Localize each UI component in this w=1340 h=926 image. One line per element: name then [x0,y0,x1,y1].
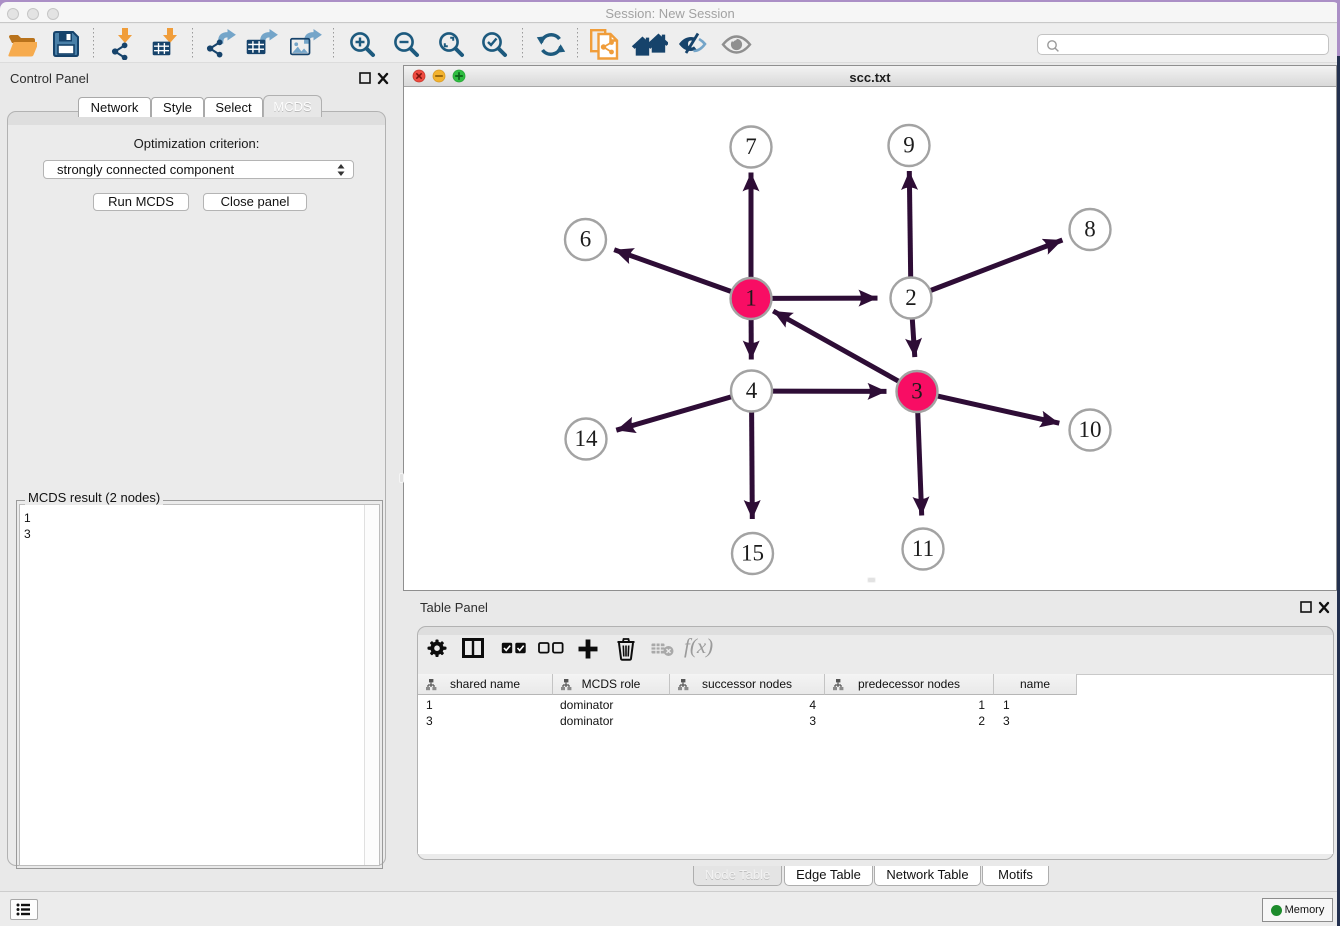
svg-text:7: 7 [745,134,757,159]
svg-text:11: 11 [912,536,934,561]
svg-text:14: 14 [575,426,599,451]
svg-text:8: 8 [1084,217,1096,242]
svg-text:6: 6 [580,227,592,252]
svg-text:2: 2 [905,285,917,310]
svg-text:1: 1 [745,286,757,311]
svg-text:10: 10 [1079,417,1102,442]
svg-text:15: 15 [741,541,764,566]
svg-text:3: 3 [911,379,923,404]
svg-text:9: 9 [903,133,915,158]
svg-text:4: 4 [746,378,758,403]
